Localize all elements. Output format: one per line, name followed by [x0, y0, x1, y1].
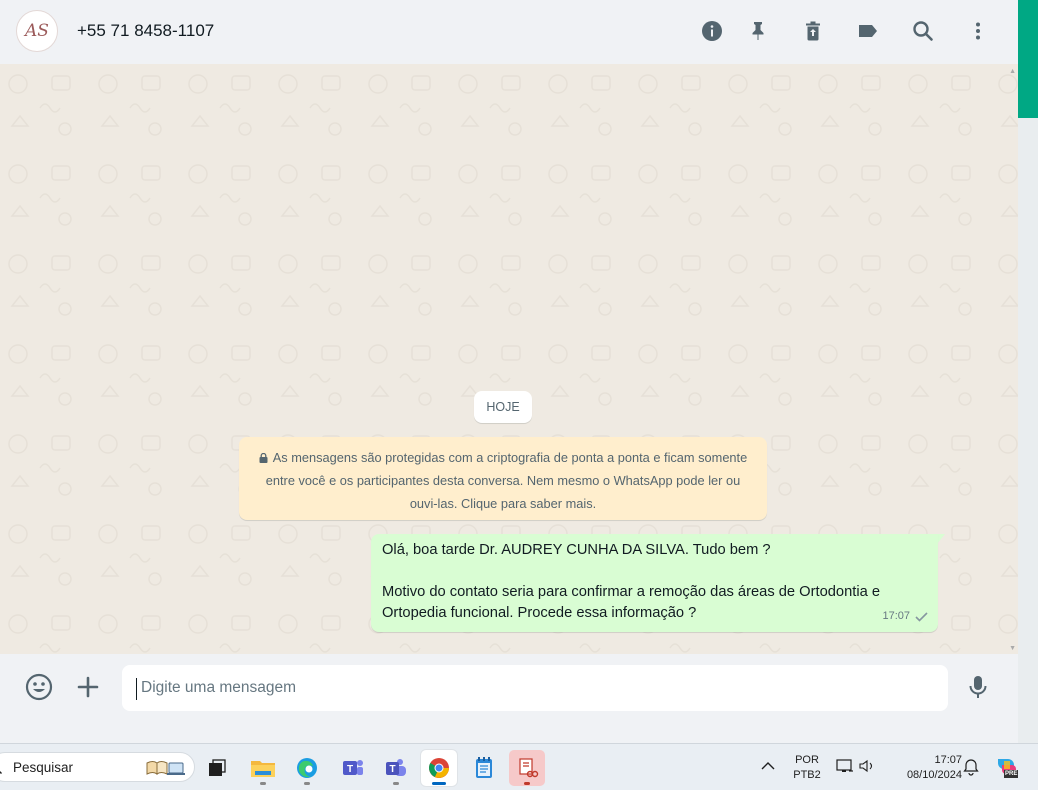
attach-plus-icon[interactable]: [73, 672, 103, 702]
network-icon[interactable]: [836, 758, 854, 779]
avatar-initials: AS: [25, 21, 49, 41]
date-separator: HOJE: [474, 391, 532, 423]
tray-overflow-chevron-icon[interactable]: [760, 759, 776, 777]
taskbar-search-label: Pesquisar: [13, 760, 74, 775]
info-icon[interactable]: [699, 18, 725, 44]
text-caret: [136, 678, 137, 700]
clock-date: 08/10/2024: [906, 769, 962, 781]
running-indicator: [393, 782, 399, 785]
message-text: Olá, boa tarde Dr. AUDREY CUNHA DA SILVA…: [382, 542, 881, 621]
clock[interactable]: 17:07 08/10/2024: [888, 753, 962, 783]
chrome-icon[interactable]: [421, 750, 457, 786]
scroll-up-arrow[interactable]: ▲: [1009, 68, 1016, 75]
date-label: HOJE: [486, 400, 520, 414]
message-meta: 17:07: [882, 606, 929, 627]
running-indicator: [524, 782, 530, 785]
svg-text:T: T: [389, 764, 395, 775]
search-highlight-icon: [146, 761, 185, 775]
message-input[interactable]: [122, 665, 948, 711]
pre-badge: PRE: [1004, 770, 1019, 778]
active-indicator: [432, 782, 446, 785]
label-icon[interactable]: [855, 18, 881, 44]
conversation-panel[interactable]: ▲ ▼ HOJE As mensagens são protegidas com…: [0, 64, 1018, 654]
delete-icon[interactable]: [800, 18, 826, 44]
encryption-notice-text: As mensagens são protegidas com a cripto…: [265, 450, 748, 511]
accent-strip: [1018, 0, 1038, 118]
whatsapp-window: AS +55 71 8458-1107 ▲ ▼ HOJE As mensagen…: [0, 0, 1018, 722]
menu-icon[interactable]: [965, 18, 991, 44]
language-indicator[interactable]: POR PTB2: [790, 753, 824, 783]
taskbar-search[interactable]: Pesquisar: [0, 752, 195, 782]
message-time: 17:07: [882, 610, 910, 622]
teams-icon[interactable]: T: [378, 750, 414, 786]
bubble-tail: [937, 534, 945, 544]
chat-header: AS +55 71 8458-1107: [0, 0, 1018, 64]
notepad-icon[interactable]: [466, 750, 502, 786]
notification-bell-icon[interactable]: [963, 758, 979, 781]
clock-time: 17:07: [934, 754, 962, 766]
lock-icon: [259, 453, 268, 463]
running-indicator: [260, 782, 266, 785]
edge-browser-icon[interactable]: [289, 750, 325, 786]
svg-text:T: T: [347, 764, 353, 775]
snipping-tool-icon[interactable]: [509, 750, 545, 786]
scroll-down-arrow[interactable]: ▼: [1009, 645, 1016, 652]
running-indicator: [304, 782, 310, 785]
taskbar-search-icon: [0, 771, 2, 774]
file-explorer-icon[interactable]: [245, 750, 281, 786]
message-composer: [0, 654, 1018, 722]
task-view-icon[interactable]: [199, 750, 235, 786]
teams-classic-icon[interactable]: T: [335, 750, 371, 786]
pin-icon[interactable]: [745, 18, 771, 44]
side-scroll-strip: [1018, 0, 1038, 743]
single-check-icon: [915, 612, 928, 622]
contact-name[interactable]: +55 71 8458-1107: [77, 21, 214, 41]
contact-avatar[interactable]: AS: [16, 10, 58, 52]
outgoing-message[interactable]: Olá, boa tarde Dr. AUDREY CUNHA DA SILVA…: [371, 534, 938, 632]
emoji-icon[interactable]: [24, 672, 54, 702]
windows-taskbar: Pesquisar T T POR PTB2 17:07 08/10/2024 …: [0, 743, 1038, 790]
volume-icon[interactable]: [859, 759, 877, 778]
microphone-icon[interactable]: [963, 672, 993, 702]
copilot-icon[interactable]: PRE: [994, 755, 1020, 784]
encryption-notice[interactable]: As mensagens são protegidas com a cripto…: [239, 437, 767, 520]
language-code: POR: [795, 754, 819, 766]
search-icon[interactable]: [910, 18, 936, 44]
keyboard-layout: PTB2: [793, 769, 821, 781]
